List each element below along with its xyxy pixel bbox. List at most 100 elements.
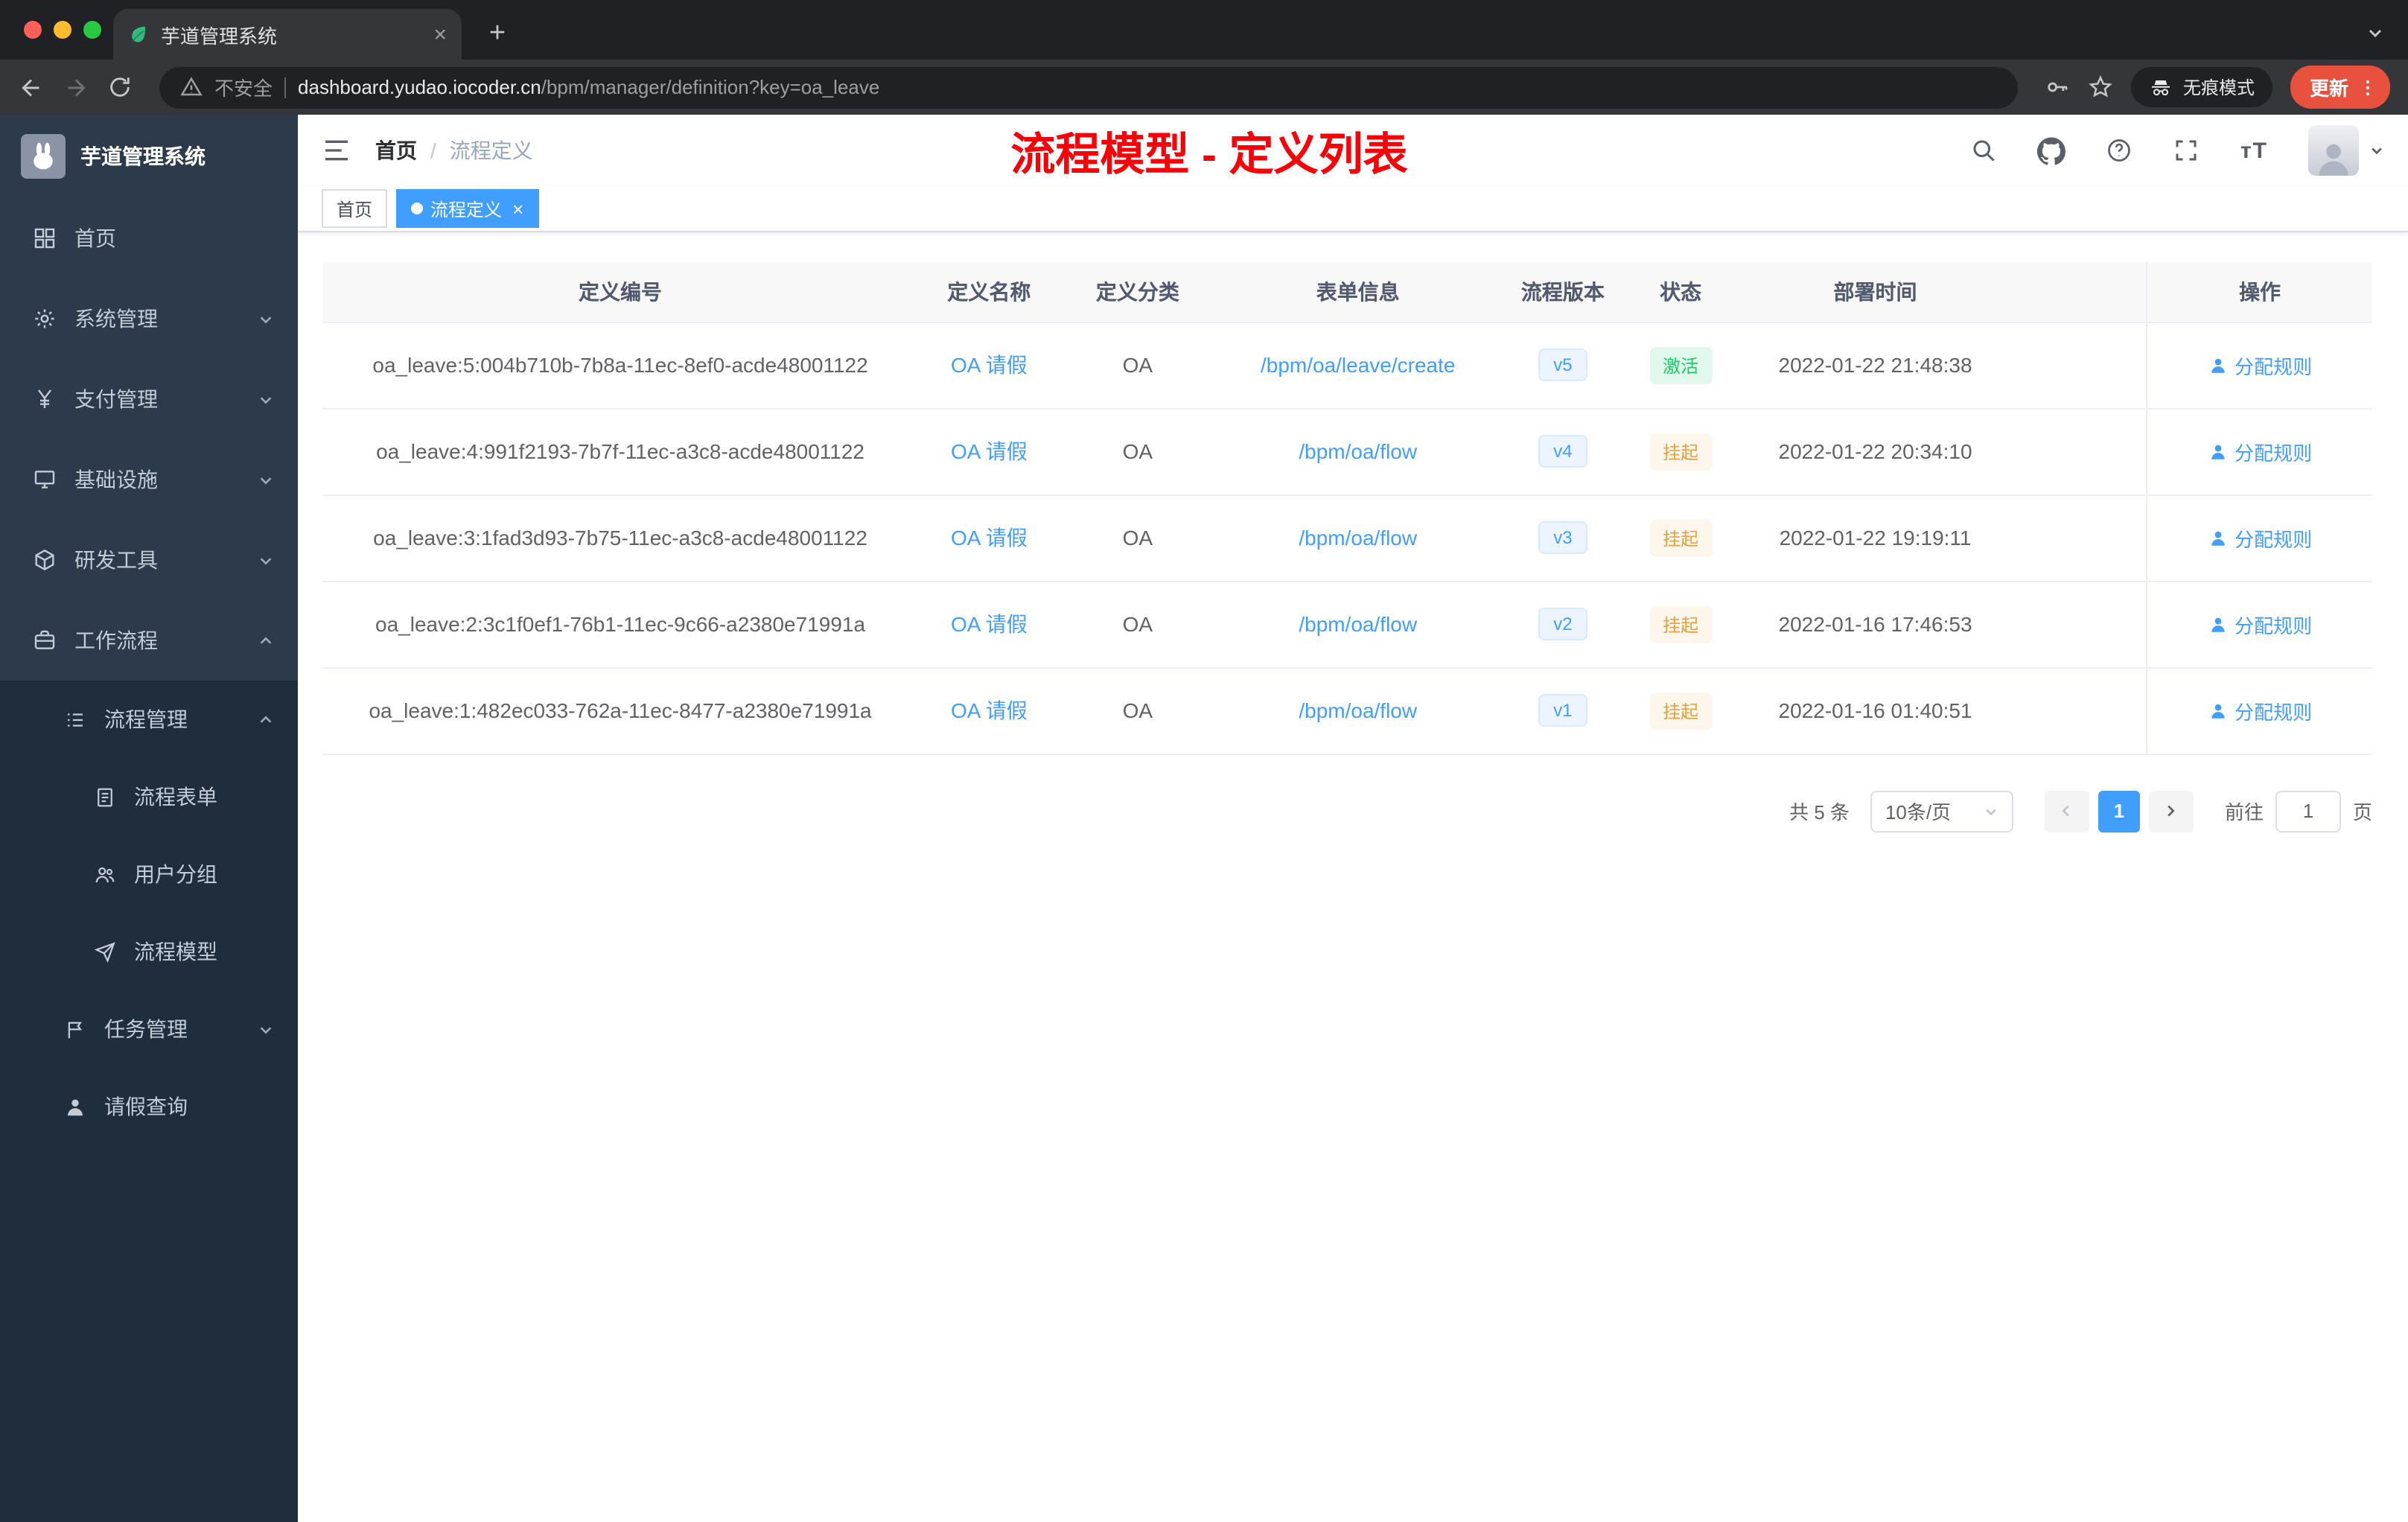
tag-close-icon[interactable]: × xyxy=(512,199,523,218)
hamburger-icon[interactable] xyxy=(322,136,351,165)
navbar: 首页 / 流程定义 流程模型 - 定义列表 тT xyxy=(298,115,2408,186)
star-icon[interactable] xyxy=(2088,74,2113,100)
sidebar-item-system[interactable]: 系统管理 xyxy=(0,278,298,359)
update-label: 更新 xyxy=(2309,77,2348,100)
chevron-down-icon xyxy=(258,552,274,568)
update-button[interactable]: 更新 xyxy=(2290,66,2390,109)
sidebar-item-workflow[interactable]: 工作流程 xyxy=(0,600,298,681)
url-host: dashboard.yudao.iocoder.cn xyxy=(298,76,541,98)
kebab-menu-icon[interactable] xyxy=(2357,77,2378,98)
assign-rule-link[interactable]: 分配规则 xyxy=(2208,610,2312,638)
breadcrumb-current: 流程定义 xyxy=(449,138,533,162)
prev-page-icon[interactable] xyxy=(2044,790,2089,832)
sidebar-item-process-form[interactable]: 流程表单 xyxy=(0,758,298,835)
sidebar-item-infrastructure[interactable]: 基础设施 xyxy=(0,439,298,520)
definition-table: 定义编号 定义名称 定义分类 表单信息 流程版本 状态 部署时间 操作 oa_l… xyxy=(323,262,2372,754)
chevron-up-icon xyxy=(258,632,274,649)
key-icon[interactable] xyxy=(2045,74,2070,100)
goto-page-input[interactable] xyxy=(2275,790,2341,832)
font-size-icon[interactable]: тT xyxy=(2240,138,2268,163)
sidebar-item-home[interactable]: 首页 xyxy=(0,198,298,278)
browser-tab[interactable]: 芋道管理系统 × xyxy=(113,9,462,60)
logo-title: 芋道管理系统 xyxy=(80,144,206,168)
fullscreen-icon[interactable] xyxy=(2173,137,2200,164)
address-bar[interactable]: 不安全 dashboard.yudao.iocoder.cn/bpm/manag… xyxy=(159,66,2018,108)
sidebar-item-leave-query[interactable]: 请假查询 xyxy=(0,1068,298,1145)
col-form-info: 表单信息 xyxy=(1214,262,1502,322)
status-badge: 挂起 xyxy=(1649,433,1713,470)
avatar-caret-icon xyxy=(2369,143,2384,158)
incognito-icon xyxy=(2149,75,2173,99)
question-icon[interactable] xyxy=(2106,137,2133,164)
minimize-window-button[interactable] xyxy=(54,21,71,39)
github-icon[interactable] xyxy=(2037,136,2066,165)
devtools-icon xyxy=(33,548,57,572)
definition-name-link[interactable]: OA 请假 xyxy=(951,612,1028,636)
new-tab-icon[interactable]: + xyxy=(480,19,515,48)
forward-icon[interactable] xyxy=(63,74,89,101)
chevron-down-icon xyxy=(258,311,274,327)
sidebar-item-task-manage[interactable]: 任务管理 xyxy=(0,990,298,1068)
spacer-cell xyxy=(2013,581,2147,668)
sidebar-item-payment[interactable]: 支付管理 xyxy=(0,359,298,439)
status-badge: 挂起 xyxy=(1649,519,1713,556)
sidebar-item-process-manage[interactable]: 流程管理 xyxy=(0,681,298,758)
table-header-row: 定义编号 定义名称 定义分类 表单信息 流程版本 状态 部署时间 操作 xyxy=(323,262,2372,322)
definition-name-link[interactable]: OA 请假 xyxy=(951,439,1028,463)
form-info-link[interactable]: /bpm/oa/flow xyxy=(1299,526,1417,550)
zoom-window-button[interactable] xyxy=(83,21,101,39)
close-window-button[interactable] xyxy=(24,21,42,39)
process-model-icon xyxy=(92,940,116,963)
page-number-current[interactable]: 1 xyxy=(2098,790,2140,832)
definition-name-link[interactable]: OA 请假 xyxy=(951,353,1028,377)
version-badge: v4 xyxy=(1538,435,1587,468)
sidebar-item-process-model[interactable]: 流程模型 xyxy=(0,913,298,990)
form-info-link[interactable]: /bpm/oa/leave/create xyxy=(1261,353,1456,377)
deploy-time: 2022-01-22 21:48:38 xyxy=(1736,322,2014,409)
col-actions: 操作 xyxy=(2146,262,2372,322)
version-badge: v1 xyxy=(1538,694,1587,727)
assign-rule-link[interactable]: 分配规则 xyxy=(2208,351,2312,379)
col-definition-category: 定义分类 xyxy=(1060,262,1215,322)
assign-rule-link[interactable]: 分配规则 xyxy=(2208,437,2312,465)
table-row: oa_leave:1:482ec033-762a-11ec-8477-a2380… xyxy=(323,667,2372,754)
url-text: dashboard.yudao.iocoder.cn/bpm/manager/d… xyxy=(298,76,879,98)
definition-id: oa_leave:3:1fad3d93-7b75-11ec-a3c8-acde4… xyxy=(323,494,918,582)
reload-icon[interactable] xyxy=(107,74,133,100)
definition-name-link[interactable]: OA 请假 xyxy=(951,526,1028,550)
sidebar-item-user-group[interactable]: 用户分组 xyxy=(0,835,298,913)
tag-process-definition[interactable]: 流程定义 × xyxy=(396,189,539,228)
payment-icon xyxy=(33,387,57,411)
col-definition-id: 定义编号 xyxy=(323,262,918,322)
definition-id: oa_leave:2:3c1f0ef1-76b1-11ec-9c66-a2380… xyxy=(323,581,918,668)
assign-rule-link[interactable]: 分配规则 xyxy=(2208,696,2312,725)
tab-title: 芋道管理系统 xyxy=(161,25,278,47)
sidebar-item-devtools[interactable]: 研发工具 xyxy=(0,520,298,600)
tab-close-icon[interactable]: × xyxy=(433,23,447,45)
assign-rule-link[interactable]: 分配规则 xyxy=(2208,523,2312,552)
user-avatar-wrap[interactable] xyxy=(2308,125,2384,176)
chevron-down-icon xyxy=(1984,803,1998,818)
definition-id: oa_leave:5:004b710b-7b8a-11ec-8ef0-acde4… xyxy=(323,322,918,409)
incognito-label: 无痕模式 xyxy=(2182,77,2255,98)
rabbit-logo-icon xyxy=(21,134,66,179)
form-info-link[interactable]: /bpm/oa/flow xyxy=(1299,612,1417,636)
definition-category: OA xyxy=(1060,581,1215,668)
next-page-icon[interactable] xyxy=(2148,790,2194,832)
tag-home[interactable]: 首页 xyxy=(322,189,388,228)
back-icon[interactable] xyxy=(18,74,45,101)
form-info-link[interactable]: /bpm/oa/flow xyxy=(1299,698,1417,722)
workflow-icon xyxy=(33,628,57,652)
breadcrumb-home[interactable]: 首页 xyxy=(375,136,417,165)
security-label: 不安全 xyxy=(214,77,273,100)
tab-overflow-chevron-icon[interactable] xyxy=(2366,24,2384,42)
definition-category: OA xyxy=(1060,667,1215,754)
chevron-down-icon xyxy=(258,471,274,488)
app-shell: 芋道管理系统 首页 系统管理 支付管理 基础设施 研发工具 工作流程 流程管理 … xyxy=(0,115,2408,1522)
form-info-link[interactable]: /bpm/oa/flow xyxy=(1299,439,1417,463)
avatar[interactable] xyxy=(2308,125,2359,176)
definition-name-link[interactable]: OA 请假 xyxy=(951,698,1028,722)
page-size-select[interactable]: 10条/页 xyxy=(1870,790,2013,832)
search-icon[interactable] xyxy=(1971,137,1998,164)
version-badge: v5 xyxy=(1538,348,1587,381)
